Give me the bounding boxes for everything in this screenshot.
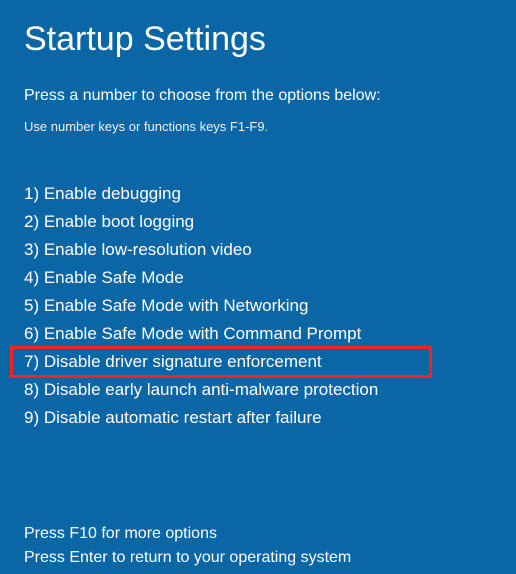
option-list: 1) Enable debugging 2) Enable boot loggi… — [24, 180, 492, 432]
option-2[interactable]: 2) Enable boot logging — [24, 208, 492, 236]
option-9[interactable]: 9) Disable automatic restart after failu… — [24, 404, 492, 432]
instruction-text: Use number keys or functions keys F1-F9. — [24, 119, 492, 134]
option-1[interactable]: 1) Enable debugging — [24, 180, 492, 208]
option-7[interactable]: 7) Disable driver signature enforcement — [12, 348, 430, 376]
footer-return: Press Enter to return to your operating … — [24, 546, 492, 570]
option-3[interactable]: 3) Enable low-resolution video — [24, 236, 492, 264]
option-4[interactable]: 4) Enable Safe Mode — [24, 264, 492, 292]
footer-more-options: Press F10 for more options — [24, 522, 492, 546]
option-8[interactable]: 8) Disable early launch anti-malware pro… — [24, 376, 492, 404]
option-6[interactable]: 6) Enable Safe Mode with Command Prompt — [24, 320, 492, 348]
page-title: Startup Settings — [24, 20, 492, 59]
subtitle-text: Press a number to choose from the option… — [24, 87, 492, 105]
option-5[interactable]: 5) Enable Safe Mode with Networking — [24, 292, 492, 320]
